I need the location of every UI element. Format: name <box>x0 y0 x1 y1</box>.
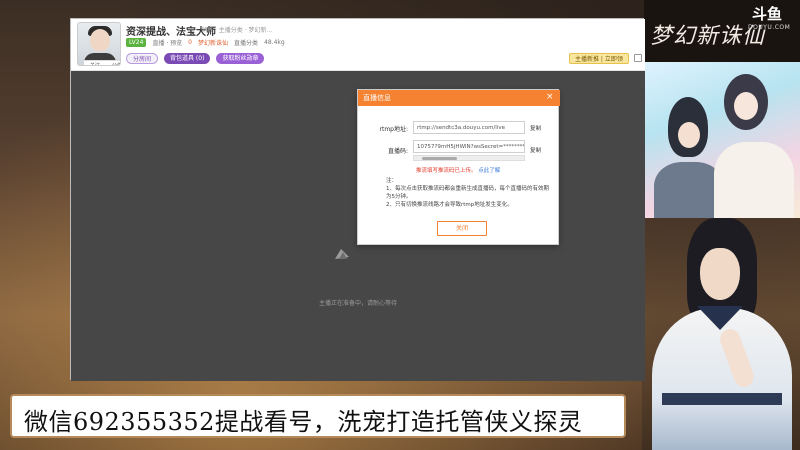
streamer-avatar[interactable]: 关注 公告 <box>77 22 121 66</box>
hero-character-image <box>642 218 800 450</box>
info-weight: 48.4kg <box>264 39 285 46</box>
stream-info-dialog: 直播信息 × rtmp地址: rtmp://sendtc3a.douyu.com… <box>357 89 560 245</box>
copy-rtmp-button[interactable]: 复制 <box>530 124 541 132</box>
warning-text: 推流填写推流码已上传。 <box>416 168 477 174</box>
avatar-tag-notice[interactable]: 公告 <box>112 61 120 65</box>
douyu-domain: DOUYU.COM <box>748 24 791 31</box>
room-buttons: 分房间 背包道具 (0) 获取粉丝勋章 <box>126 53 265 64</box>
room-header: 关注 公告 资深提战、法宝大师 举报 · 主播分类 · 梦幻新... LV24 … <box>71 19 645 71</box>
caption-banner: 微信692355352提战看号，洗宠打造托管侠义探灵 <box>10 394 626 438</box>
info-section: 直播分类 <box>234 40 259 47</box>
douyu-logo: 斗鱼 <box>752 5 783 23</box>
close-button[interactable]: 关闭 <box>437 221 487 236</box>
game-logo: 梦幻新诛仙 <box>650 24 766 49</box>
avatar-tags: 关注 公告 <box>84 60 120 65</box>
room-info-row: LV24 直播 · 预览 0 梦幻新诛仙 直播分类 48.4kg <box>126 38 285 47</box>
info-status: 直播 · 预览 <box>152 40 183 47</box>
learn-more-link[interactable]: 点此了解 <box>478 168 500 174</box>
rtmp-address-field[interactable]: rtmp://sendtc3a.douyu.com/live <box>413 121 525 134</box>
caption-text: 微信692355352提战看号，洗宠打造托管侠义探灵 <box>24 408 583 436</box>
room-meta[interactable]: 举报 · 主播分类 · 梦幻新... <box>201 25 272 34</box>
copy-code-button[interactable]: 复制 <box>530 146 541 154</box>
stream-code-label: 直播码: <box>387 148 408 155</box>
stream-code-field[interactable]: 10757?9mH5jHWlN?wsSecret=******** <box>413 140 525 153</box>
promo-button[interactable]: 主播新推 | 立即领 <box>569 53 629 64</box>
info-category[interactable]: 梦幻新诛仙 <box>198 38 228 47</box>
room-button[interactable]: 分房间 <box>126 53 159 64</box>
loading-text: 主播正在准备中，请耐心等待 <box>318 300 397 307</box>
info-count: 0 <box>188 39 192 46</box>
bag-button[interactable]: 背包道具 (0) <box>164 53 211 64</box>
close-icon[interactable]: × <box>546 92 554 103</box>
note-item: 2、只有切换推流线路才会导致rtmp地址发生变化。 <box>386 202 513 208</box>
note-item: 1、每次点击获取推流码都会重新生成直播码，每个直播码的有效期为5分钟。 <box>386 186 550 200</box>
avatar-tag-follow[interactable]: 关注 <box>90 61 100 65</box>
fan-badge-button[interactable]: 获取粉丝勋章 <box>216 53 265 64</box>
notes-block: 注： 1、每次点击获取推流码都会重新生成直播码，每个直播码的有效期为5分钟。 2… <box>386 177 551 209</box>
level-badge: LV24 <box>126 38 147 47</box>
code-scrollbar[interactable] <box>413 155 525 161</box>
rtmp-label: rtmp地址: <box>379 126 409 133</box>
game-poster-image <box>644 62 800 218</box>
dialog-title: 直播信息 <box>363 94 391 102</box>
warning-line: 推流填写推流码已上传。 点此了解 <box>416 166 500 174</box>
share-icon[interactable] <box>634 54 642 62</box>
loading-spinner-icon <box>335 249 349 259</box>
notes-title: 注： <box>386 178 398 184</box>
dialog-header: 直播信息 × <box>358 90 560 106</box>
